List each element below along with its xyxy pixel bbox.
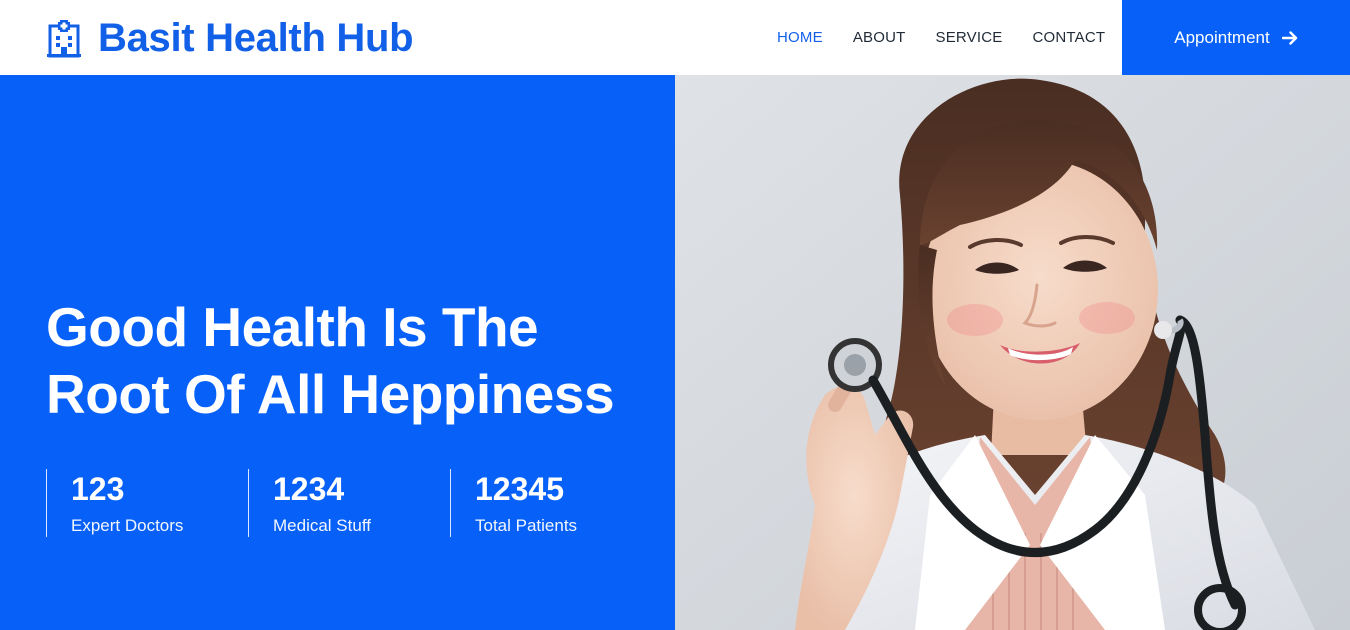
navbar: Basit Health Hub HOME ABOUT SERVICE CONT… — [0, 0, 1350, 75]
hero-title: Good Health Is The Root Of All Heppiness — [46, 294, 656, 428]
hero-text-panel: Good Health Is The Root Of All Heppiness… — [0, 75, 675, 630]
nav-home[interactable]: HOME — [762, 29, 838, 46]
hero-title-line1: Good Health Is The — [46, 296, 539, 358]
appointment-label: Appointment — [1174, 27, 1270, 47]
hospital-icon — [46, 18, 82, 58]
hero-title-line2: Root Of All Heppiness — [46, 363, 615, 425]
doctor-photo — [675, 75, 1350, 630]
stat-value: 12345 — [475, 471, 564, 507]
stat-value: 123 — [71, 471, 125, 507]
nav-contact[interactable]: CONTACT — [1017, 29, 1120, 46]
brand-name: Basit Health Hub — [98, 15, 414, 60]
main-nav: HOME ABOUT SERVICE CONTACT — [762, 0, 1120, 75]
stat-label: Medical Stuff — [273, 516, 371, 535]
brand-logo-link[interactable]: Basit Health Hub — [46, 0, 414, 75]
stat-item: 12345 Total Patients — [450, 469, 652, 537]
stats-row: 123 Expert Doctors 1234 Medical Stuff 12… — [46, 469, 652, 537]
stat-value: 1234 — [273, 471, 345, 507]
nav-service[interactable]: SERVICE — [921, 29, 1018, 46]
stat-label: Expert Doctors — [71, 516, 184, 535]
appointment-button[interactable]: Appointment — [1122, 0, 1350, 75]
stat-item: 123 Expert Doctors — [46, 469, 248, 537]
stat-item: 1234 Medical Stuff — [248, 469, 450, 537]
stat-label: Total Patients — [475, 516, 578, 535]
arrow-right-icon — [1281, 30, 1298, 46]
nav-about[interactable]: ABOUT — [838, 29, 921, 46]
